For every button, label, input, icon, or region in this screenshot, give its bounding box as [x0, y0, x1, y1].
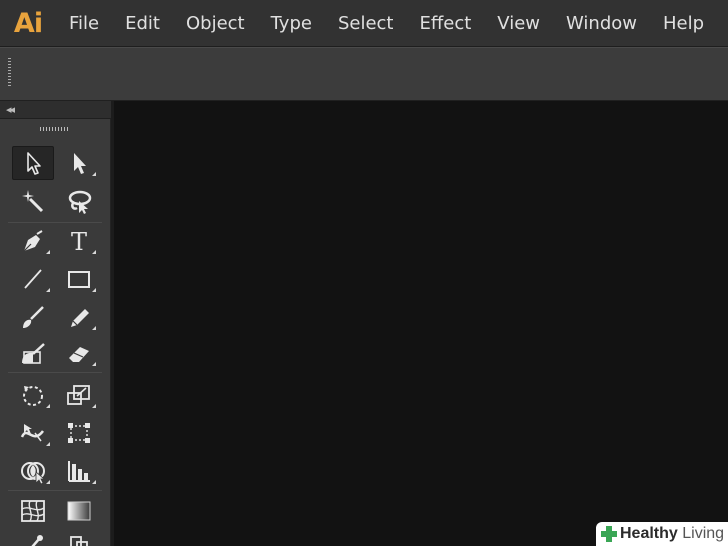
pencil-tool[interactable]	[58, 300, 100, 334]
tools-panel-header: ◂◂	[0, 101, 111, 119]
tools-panel-grip-handle[interactable]	[40, 127, 70, 131]
free-transform-tool[interactable]	[58, 416, 100, 450]
menu-effect[interactable]: Effect	[406, 0, 484, 47]
tools-panel: T	[0, 119, 111, 546]
eraser-tool[interactable]	[58, 336, 100, 370]
pen-nib-icon	[23, 230, 43, 252]
paintbrush-tool[interactable]	[12, 300, 54, 334]
tool-flyout-indicator	[46, 404, 50, 408]
type-tool[interactable]: T	[58, 224, 100, 258]
rotate-tool[interactable]	[12, 378, 54, 412]
blob-brush-tool[interactable]	[12, 336, 54, 370]
free-transform-icon	[68, 423, 90, 443]
tool-flyout-indicator	[92, 288, 96, 292]
scale-tool[interactable]	[58, 378, 100, 412]
menu-select[interactable]: Select	[325, 0, 407, 47]
mesh-tool[interactable]	[12, 494, 54, 528]
selection-tool[interactable]	[12, 146, 54, 180]
plus-cross-icon	[600, 525, 618, 543]
tool-flyout-indicator	[46, 250, 50, 254]
tool-group-separator	[8, 490, 102, 491]
control-bar-grip-handle[interactable]	[8, 58, 11, 88]
eyedropper-tool[interactable]	[12, 529, 54, 546]
shape-builder-icon	[21, 462, 46, 485]
lasso-tool[interactable]	[58, 184, 100, 218]
menu-view[interactable]: View	[484, 0, 553, 47]
rectangle-icon	[68, 271, 90, 288]
direct-selection-tool[interactable]	[58, 146, 100, 180]
menu-type[interactable]: Type	[258, 0, 325, 47]
shape-builder-tool[interactable]	[12, 454, 54, 488]
tool-flyout-indicator	[92, 404, 96, 408]
pencil-icon	[71, 309, 89, 327]
tool-flyout-indicator	[92, 326, 96, 330]
tool-flyout-indicator	[92, 362, 96, 366]
tool-group-separator	[8, 222, 102, 223]
mesh-icon	[21, 500, 45, 522]
tool-flyout-indicator	[92, 172, 96, 176]
gradient-icon	[67, 501, 91, 521]
watermark-text: Healthy Living	[620, 525, 725, 542]
menu-window[interactable]: Window	[553, 0, 650, 47]
blend-tool[interactable]	[58, 529, 100, 546]
healthy-living-watermark: Healthy Living	[596, 522, 728, 546]
magic-wand-tool[interactable]	[12, 184, 54, 218]
pen-tool[interactable]	[12, 224, 54, 258]
eyedropper-icon	[31, 535, 43, 546]
tool-flyout-indicator	[92, 480, 96, 484]
line-segment-icon	[24, 269, 42, 289]
blend-icon	[70, 536, 88, 546]
type-T-icon: T	[71, 228, 87, 255]
collapse-panel-icon[interactable]: ◂◂	[6, 103, 15, 116]
blob-brush-icon	[22, 343, 45, 364]
menu-bar: Ai File Edit Object Type Select Effect V…	[0, 0, 728, 47]
tool-group-separator	[8, 372, 102, 373]
direct-selection-arrow-icon	[74, 153, 86, 174]
rotate-icon	[23, 386, 43, 406]
control-bar	[0, 47, 728, 101]
lasso-icon	[68, 190, 92, 214]
rectangle-tool[interactable]	[58, 262, 100, 296]
menu-help[interactable]: Help	[650, 0, 717, 47]
width-tool[interactable]	[12, 416, 54, 450]
menu-file[interactable]: File	[56, 0, 112, 47]
magic-wand-icon	[22, 190, 44, 213]
tool-flyout-indicator	[46, 442, 50, 446]
column-graph-icon	[68, 461, 90, 482]
scale-icon	[67, 385, 90, 405]
menu-items: File Edit Object Type Select Effect View…	[56, 0, 717, 47]
tool-flyout-indicator	[46, 288, 50, 292]
app-logo: Ai	[13, 7, 43, 39]
width-icon	[20, 424, 45, 442]
eraser-icon	[69, 347, 89, 362]
tool-flyout-indicator	[46, 480, 50, 484]
artboard-canvas[interactable]	[114, 101, 728, 546]
menu-edit[interactable]: Edit	[112, 0, 173, 47]
paintbrush-icon	[23, 306, 44, 328]
selection-arrow-icon	[27, 152, 41, 175]
menu-object[interactable]: Object	[173, 0, 258, 47]
tool-flyout-indicator	[92, 250, 96, 254]
line-segment-tool[interactable]	[12, 262, 54, 296]
gradient-tool[interactable]	[58, 494, 100, 528]
svg-text:T: T	[71, 228, 87, 255]
graph-tool[interactable]	[58, 454, 100, 488]
